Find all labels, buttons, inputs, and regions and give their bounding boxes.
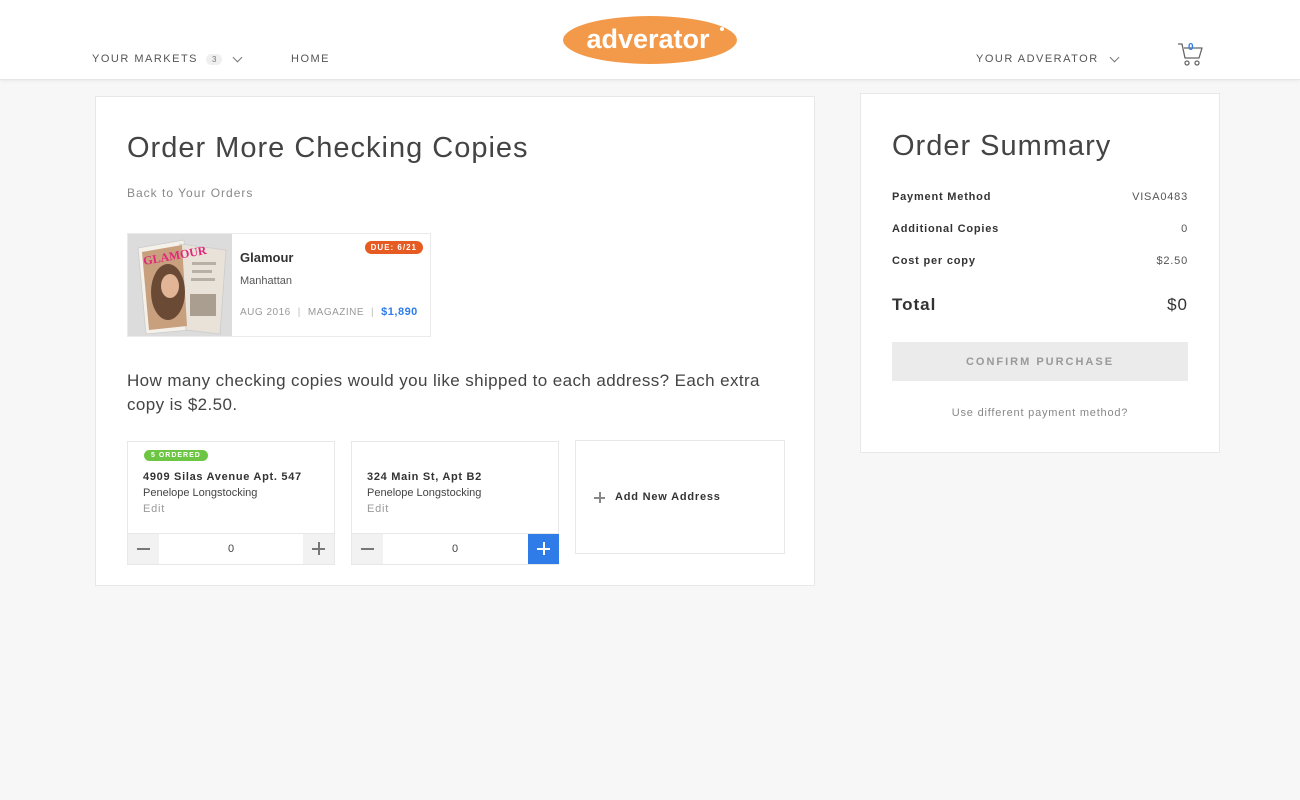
order-copies-panel: Order More Checking Copies Back to Your … (95, 96, 815, 586)
cart-wheel-left (1184, 60, 1190, 66)
cart-count: 0 (1188, 42, 1194, 53)
page-title: Order More Checking Copies (127, 132, 529, 164)
additional-copies-value: 0 (1181, 223, 1188, 235)
product-meta: AUG 2016 | MAGAZINE | $1,890 (240, 306, 418, 318)
payment-method-label: Payment Method (892, 191, 992, 203)
logo-wordmark: adverator (586, 24, 710, 54)
total-value: $0 (1167, 295, 1188, 314)
back-to-orders-link[interactable]: Back to Your Orders (127, 186, 253, 200)
add-new-address-label: Add New Address (615, 491, 721, 503)
product-card[interactable]: GLAMOUR DUE: 6/21 Glamour Manhattan AUG … (127, 233, 431, 337)
your-markets-menu[interactable]: YOUR MARKETS 3 (92, 52, 243, 65)
cost-per-copy-value: $2.50 (1156, 255, 1188, 267)
address-recipient: Penelope Longstocking (367, 487, 482, 499)
logo-dot (720, 27, 724, 31)
payment-method-value: VISA0483 (1132, 191, 1188, 203)
confirm-purchase-button[interactable]: CONFIRM PURCHASE (892, 342, 1188, 381)
plus-icon[interactable] (303, 534, 334, 564)
cost-per-copy-label: Cost per copy (892, 255, 976, 267)
top-navigation-bar: YOUR MARKETS 3 HOME adverator YOUR ADVER… (0, 0, 1300, 80)
minus-icon[interactable] (128, 534, 159, 564)
edit-address-link[interactable]: Edit (367, 503, 389, 515)
address-street: 4909 Silas Avenue Apt. 547 (143, 471, 302, 483)
minus-icon[interactable] (352, 534, 383, 564)
additional-copies-label: Additional Copies (892, 223, 1000, 235)
plus-icon (594, 492, 605, 503)
order-summary-panel: Order Summary Payment Method VISA0483 Ad… (860, 93, 1220, 453)
product-name: Glamour (240, 250, 294, 265)
product-price: $1,890 (381, 306, 418, 318)
home-link[interactable]: HOME (291, 53, 330, 65)
ordered-count-badge: 5 ORDERED (144, 450, 208, 461)
add-new-address-button[interactable]: Add New Address (575, 440, 785, 554)
summary-title: Order Summary (892, 130, 1112, 162)
your-markets-label: YOUR MARKETS (92, 53, 199, 65)
magazine-cover-image: GLAMOUR (128, 234, 232, 336)
quantity-input[interactable] (159, 534, 303, 564)
quantity-stepper (128, 533, 334, 564)
address-card: 324 Main St, Apt B2 Penelope Longstockin… (351, 441, 559, 565)
address-card: 5 ORDERED 4909 Silas Avenue Apt. 547 Pen… (127, 441, 335, 565)
cart-wheel-right (1194, 60, 1200, 66)
plus-icon[interactable] (528, 534, 559, 564)
chevron-down-icon (1109, 52, 1120, 62)
product-date: AUG 2016 (240, 307, 291, 318)
address-street: 324 Main St, Apt B2 (367, 471, 482, 483)
different-payment-method-link[interactable]: Use different payment method? (892, 407, 1188, 419)
your-adverator-menu[interactable]: YOUR ADVERATOR (976, 52, 1120, 65)
meta-separator: | (371, 307, 375, 318)
quantity-stepper (352, 533, 559, 564)
address-recipient: Penelope Longstocking (143, 487, 258, 499)
your-adverator-label: YOUR ADVERATOR (976, 53, 1099, 65)
chevron-down-icon (233, 52, 243, 62)
copies-question-text: How many checking copies would you like … (127, 371, 760, 414)
quantity-input[interactable] (383, 534, 527, 564)
magazine-cover-illustration: GLAMOUR (128, 234, 232, 336)
product-type: MAGAZINE (307, 307, 365, 318)
markets-count-badge: 3 (206, 53, 223, 65)
adverator-logo[interactable]: adverator (562, 15, 738, 65)
product-location: Manhattan (240, 275, 292, 287)
due-date-badge: DUE: 6/21 (364, 241, 423, 254)
edit-address-link[interactable]: Edit (143, 503, 165, 515)
meta-separator: | (297, 307, 301, 318)
total-label: Total (892, 295, 937, 314)
